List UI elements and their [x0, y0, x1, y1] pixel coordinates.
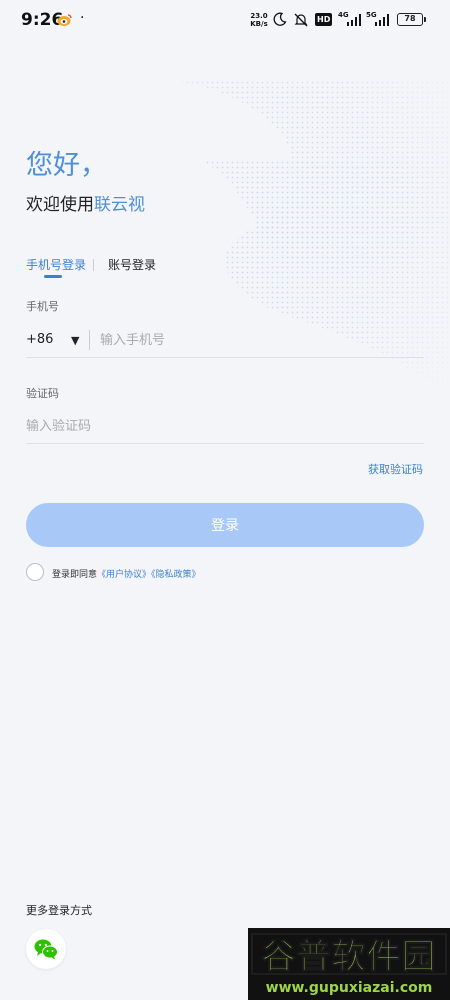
agreement-checkbox[interactable] [26, 563, 44, 581]
tab-active-indicator [44, 275, 62, 278]
phone-label: 手机号 [26, 300, 59, 313]
signal-icon-2 [375, 14, 389, 26]
tab-phone-login[interactable]: 手机号登录 [26, 256, 86, 273]
verification-code-input[interactable] [26, 416, 416, 436]
status-bar: 9:26 · 23.0 KB/s HD 4G 5G 78 [0, 0, 450, 40]
welcome-text: 欢迎使用联云视 [26, 190, 145, 215]
login-button[interactable]: 登录 [26, 503, 424, 547]
tab-account-login[interactable]: 账号登录 [108, 256, 156, 273]
country-code-value[interactable]: +86 [26, 332, 53, 347]
network-speed: 23.0 KB/s [248, 12, 270, 28]
get-code-button[interactable]: 获取验证码 [368, 461, 423, 477]
chevron-down-icon[interactable]: ▼ [71, 334, 79, 347]
svg-text:www.gupuxiazai.com: www.gupuxiazai.com [266, 980, 433, 996]
network-speed-unit: KB/s [250, 20, 268, 28]
brand-name: 联云视 [94, 195, 145, 215]
greeting-title: 您好， [26, 150, 107, 181]
hd-badge: HD [315, 13, 333, 26]
watermark-logo: 谷普软件园 www.gupuxiazai.com [248, 928, 450, 1000]
welcome-prefix: 欢迎使用 [26, 195, 94, 215]
gupu-logo: 谷普软件园 www.gupuxiazai.com [248, 928, 450, 1000]
tab-divider [93, 259, 94, 271]
battery-icon: 78 [397, 13, 426, 26]
code-label: 验证码 [26, 387, 59, 400]
wechat-icon [34, 939, 58, 960]
mute-bell-icon [294, 13, 308, 27]
notification-dot: · [80, 10, 85, 26]
wechat-login-button[interactable] [26, 929, 66, 969]
user-agreement-link[interactable]: 《用户协议》 [97, 570, 151, 580]
battery-level: 78 [404, 14, 416, 23]
phone-input[interactable] [100, 330, 420, 350]
network-speed-value: 23.0 [250, 12, 268, 20]
agreement-prefix: 登录即同意 [52, 570, 98, 580]
weibo-icon [57, 14, 72, 26]
more-login-label: 更多登录方式 [26, 904, 92, 917]
moon-icon [273, 12, 287, 26]
signal-icon-1 [347, 14, 361, 26]
country-code-divider [89, 330, 90, 350]
agreement-text: 登录即同意《用户协议》《隐私政策》 [52, 567, 201, 580]
code-field-row [26, 408, 424, 444]
phone-field-row: +86 ▼ [26, 322, 424, 358]
privacy-policy-link[interactable]: 《隐私政策》 [151, 570, 201, 580]
svg-text:谷普软件园: 谷普软件园 [262, 937, 437, 977]
